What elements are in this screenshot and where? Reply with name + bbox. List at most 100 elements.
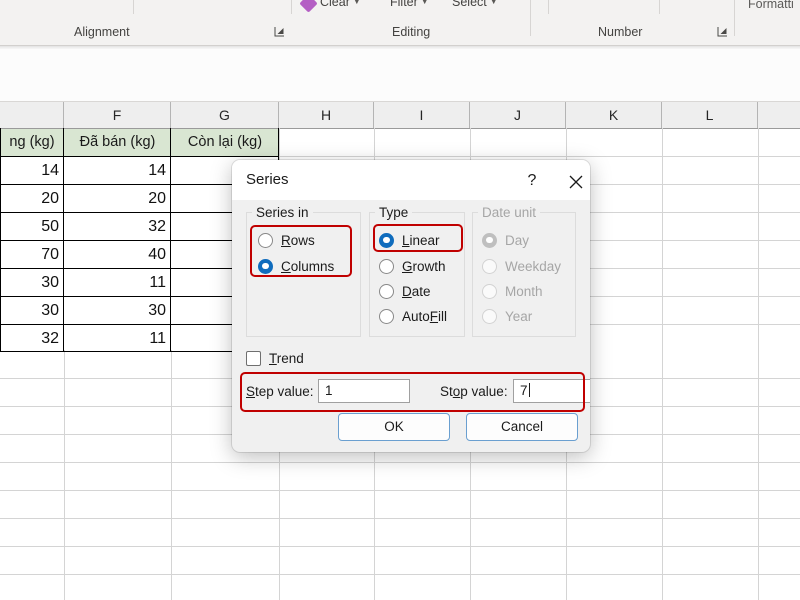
column-header-e[interactable] <box>0 102 64 128</box>
cell-f-5[interactable]: 11 <box>64 269 171 296</box>
ribbon-divider <box>291 0 292 14</box>
cell-f-1[interactable]: 14 <box>64 157 171 184</box>
ribbon-command-clear-label: Clear <box>320 0 350 9</box>
cell-e-1[interactable]: 14 <box>0 157 64 184</box>
ribbon-command-select-label: Select <box>452 0 487 9</box>
checkbox-indicator <box>246 351 261 366</box>
cell-e-6[interactable]: 30 <box>0 297 64 324</box>
stop-value-input[interactable]: 7 <box>513 379 590 403</box>
cell-e-4[interactable]: 70 <box>0 241 64 268</box>
text-caret <box>529 383 530 397</box>
table-header-f[interactable]: Đã bán (kg) <box>64 129 171 156</box>
radio-series-in-columns-label: Columns <box>281 259 334 274</box>
gridline-vertical <box>171 350 172 600</box>
ribbon-group-number-label: Number <box>598 25 642 39</box>
radio-indicator <box>258 259 273 274</box>
cell-f-6[interactable]: 30 <box>64 297 171 324</box>
radio-indicator <box>379 233 394 248</box>
number-dialog-launcher-icon[interactable] <box>717 26 728 37</box>
column-header-f[interactable]: F <box>64 102 171 128</box>
radio-type-growth[interactable]: Growth <box>379 256 446 276</box>
radio-series-in-columns[interactable]: Columns <box>258 256 334 276</box>
step-value-label: Step value: <box>246 384 314 399</box>
gridline-horizontal <box>0 574 800 575</box>
radio-indicator <box>482 284 497 299</box>
ribbon-command-filter[interactable]: Filter▼ <box>390 0 429 9</box>
radio-series-in-rows[interactable]: Rows <box>258 230 315 250</box>
radio-indicator <box>482 233 497 248</box>
chevron-down-icon: ▼ <box>421 0 429 6</box>
step-value-input[interactable]: 1 <box>318 379 410 403</box>
radio-indicator <box>482 259 497 274</box>
step-value-text: 1 <box>325 383 333 398</box>
cell-f-2[interactable]: 20 <box>64 185 171 212</box>
ribbon-command-select[interactable]: Select▼ <box>452 0 498 9</box>
table-border-horizontal <box>0 156 279 157</box>
radio-indicator <box>379 309 394 324</box>
table-header-g[interactable]: Còn lại (kg) <box>171 129 279 156</box>
cell-e-7[interactable]: 32 <box>0 325 64 352</box>
eraser-icon <box>299 0 317 13</box>
series-dialog[interactable]: Series ? Series in Rows Columns Type Lin… <box>232 160 590 452</box>
ribbon-divider <box>530 0 531 36</box>
cell-f-3[interactable]: 32 <box>64 213 171 240</box>
cell-e-3[interactable]: 50 <box>0 213 64 240</box>
gridline-vertical <box>758 128 759 600</box>
column-header-l[interactable]: L <box>662 102 758 128</box>
radio-indicator <box>379 284 394 299</box>
radio-type-autofill[interactable]: AutoFill <box>379 306 447 326</box>
cell-e-2[interactable]: 20 <box>0 185 64 212</box>
help-icon[interactable]: ? <box>520 170 544 192</box>
radio-type-growth-label: Growth <box>402 259 446 274</box>
formula-bar-area <box>0 50 800 102</box>
cancel-button[interactable]: Cancel <box>466 413 578 441</box>
column-header-row: F G H I J K L <box>0 102 800 129</box>
column-header-i[interactable]: I <box>374 102 470 128</box>
alignment-dialog-launcher-icon[interactable] <box>274 26 285 37</box>
radio-date-unit-year: Year <box>482 306 532 326</box>
radio-indicator <box>482 309 497 324</box>
ribbon-group-alignment-label: Alignment <box>74 25 130 39</box>
type-group-title: Type <box>375 205 412 220</box>
column-header-g[interactable]: G <box>171 102 279 128</box>
date-unit-group-title: Date unit <box>478 205 540 220</box>
ribbon-divider <box>133 0 134 14</box>
radio-type-autofill-label: AutoFill <box>402 309 447 324</box>
radio-date-unit-month: Month <box>482 281 543 301</box>
column-header-h[interactable]: H <box>279 102 374 128</box>
gridline-vertical <box>64 350 65 600</box>
dialog-titlebar: Series ? <box>232 160 590 200</box>
checkbox-trend[interactable]: Trend <box>246 348 304 368</box>
gridline-horizontal <box>0 518 800 519</box>
column-header-j[interactable]: J <box>470 102 566 128</box>
column-header-m[interactable] <box>758 102 800 128</box>
checkbox-trend-label: Trend <box>269 351 304 366</box>
radio-date-unit-weekday: Weekday <box>482 256 561 276</box>
ribbon: Clear▼ Filter▼ Select▼ Formatti Alignmen… <box>0 0 800 46</box>
ribbon-command-filter-label: Filter <box>390 0 418 9</box>
ok-button[interactable]: OK <box>338 413 450 441</box>
radio-date-unit-month-label: Month <box>505 284 543 299</box>
gridline-horizontal <box>0 546 800 547</box>
table-header-e[interactable]: ng (kg) <box>0 129 64 156</box>
radio-type-date-label: Date <box>402 284 431 299</box>
cell-e-5[interactable]: 30 <box>0 269 64 296</box>
chevron-down-icon: ▼ <box>490 0 498 6</box>
radio-date-unit-weekday-label: Weekday <box>505 259 561 274</box>
gridline-horizontal <box>0 462 800 463</box>
radio-type-linear[interactable]: Linear <box>379 230 440 250</box>
gridline-vertical <box>662 128 663 600</box>
ribbon-command-formatting[interactable]: Formatti <box>748 0 794 11</box>
column-header-k[interactable]: K <box>566 102 662 128</box>
stop-value-text: 7 <box>520 383 528 398</box>
cell-f-7[interactable]: 11 <box>64 325 171 352</box>
stop-value-label: Stop value: <box>440 384 508 399</box>
cell-f-4[interactable]: 40 <box>64 241 171 268</box>
radio-indicator <box>379 259 394 274</box>
radio-date-unit-year-label: Year <box>505 309 532 324</box>
ribbon-divider <box>734 0 735 36</box>
radio-type-date[interactable]: Date <box>379 281 431 301</box>
close-icon[interactable] <box>565 171 587 193</box>
ribbon-command-clear[interactable]: Clear▼ <box>320 0 361 9</box>
radio-date-unit-day-label: Day <box>505 233 529 248</box>
